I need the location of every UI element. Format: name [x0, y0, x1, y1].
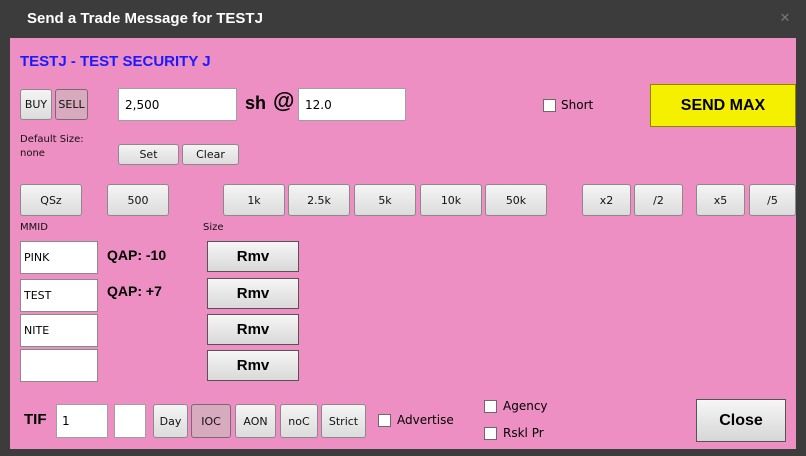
short-checkbox[interactable]: [543, 99, 556, 112]
window-title: Send a Trade Message for TESTJ: [27, 10, 263, 27]
tif-ioc-button[interactable]: IOC: [191, 404, 231, 438]
close-icon[interactable]: ✕: [778, 12, 792, 26]
multiply-5-label: x5: [713, 193, 728, 207]
remove-button-1[interactable]: Rmv: [207, 241, 299, 272]
clear-default-size-button[interactable]: Clear: [182, 144, 239, 165]
day-label: Day: [159, 414, 182, 428]
ioc-label: IOC: [201, 414, 221, 428]
qap-label-1: QAP: -10: [107, 247, 167, 263]
tif-value: 1: [62, 414, 70, 428]
size-500-label: 500: [127, 193, 149, 207]
divide-5-button[interactable]: /5: [749, 184, 796, 216]
multiply-5-button[interactable]: x5: [696, 184, 745, 216]
tif-noc-button[interactable]: noC: [280, 404, 318, 438]
price-input[interactable]: 12.0: [298, 88, 406, 121]
set-label: Set: [139, 148, 158, 161]
default-size-value: none: [20, 148, 45, 159]
size-5k-button[interactable]: 5k: [354, 184, 416, 216]
shares-label: sh: [245, 93, 267, 113]
advertise-label: Advertise: [397, 413, 454, 427]
remove-button-3[interactable]: Rmv: [207, 314, 299, 345]
tif-day-button[interactable]: Day: [153, 404, 188, 438]
close-button-label: Close: [719, 411, 763, 429]
title-bar[interactable]: Send a Trade Message for TESTJ ✕: [0, 0, 806, 38]
window-bottom-border: [0, 449, 806, 456]
tif-label: TIF: [24, 411, 47, 428]
short-label: Short: [561, 98, 594, 112]
mmid-input-2[interactable]: TEST: [20, 279, 98, 312]
qap-label-2: QAP: +7: [107, 283, 162, 299]
noc-label: noC: [288, 414, 310, 428]
share-size-input[interactable]: 2,500: [118, 88, 237, 121]
advertise-checkbox[interactable]: [378, 414, 391, 427]
set-default-size-button[interactable]: Set: [118, 144, 179, 165]
size-500-button[interactable]: 500: [107, 184, 169, 216]
size-2-5k-label: 2.5k: [307, 193, 331, 207]
mmid-value: TEST: [24, 289, 52, 302]
dialog-window: Send a Trade Message for TESTJ ✕ TESTJ -…: [0, 0, 806, 456]
at-symbol: @: [273, 88, 295, 113]
tif-aon-button[interactable]: AON: [235, 404, 276, 438]
divide-2-button[interactable]: /2: [634, 184, 683, 216]
remove-button-2[interactable]: Rmv: [207, 278, 299, 309]
buy-button[interactable]: BUY: [20, 89, 52, 120]
size-1k-label: 1k: [247, 193, 261, 207]
multiply-2-button[interactable]: x2: [582, 184, 631, 216]
mmid-value: NITE: [24, 324, 50, 337]
size-50k-button[interactable]: 50k: [485, 184, 547, 216]
mmid-header: MMID: [20, 222, 48, 233]
size-5k-label: 5k: [378, 193, 392, 207]
sell-label: SELL: [58, 98, 85, 111]
size-50k-label: 50k: [505, 193, 527, 207]
tif-strict-button[interactable]: Strict: [321, 404, 366, 438]
default-size-label: Default Size:: [20, 134, 84, 145]
close-button[interactable]: Close: [696, 399, 786, 442]
tif-extra-input[interactable]: [114, 404, 146, 438]
tif-input[interactable]: 1: [56, 404, 108, 438]
mmid-input-3[interactable]: NITE: [20, 314, 98, 347]
mmid-input-1[interactable]: PINK: [20, 241, 98, 274]
divide-5-label: /5: [767, 193, 778, 207]
aon-label: AON: [243, 414, 268, 428]
rskl-pr-checkbox[interactable]: [484, 427, 497, 440]
size-2-5k-button[interactable]: 2.5k: [288, 184, 350, 216]
qsz-button[interactable]: QSz: [20, 184, 82, 216]
multiply-2-label: x2: [599, 193, 614, 207]
clear-label: Clear: [196, 148, 225, 161]
rmv-label: Rmv: [236, 248, 270, 265]
send-max-button[interactable]: SEND MAX: [650, 84, 796, 127]
rmv-label: Rmv: [236, 321, 270, 338]
size-10k-button[interactable]: 10k: [420, 184, 482, 216]
price-value: 12.0: [305, 97, 332, 112]
strict-label: Strict: [328, 414, 359, 428]
rmv-label: Rmv: [236, 357, 270, 374]
security-heading: TESTJ - TEST SECURITY J: [20, 53, 211, 70]
agency-checkbox[interactable]: [484, 400, 497, 413]
share-size-value: 2,500: [125, 97, 160, 112]
size-10k-label: 10k: [440, 193, 462, 207]
buy-label: BUY: [24, 98, 48, 111]
agency-label: Agency: [503, 399, 548, 413]
rskl-pr-label: Rskl Pr: [503, 426, 544, 440]
trade-panel: TESTJ - TEST SECURITY J BUY SELL 2,500 s…: [10, 38, 796, 449]
remove-button-4[interactable]: Rmv: [207, 350, 299, 381]
rmv-label: Rmv: [236, 285, 270, 302]
size-header: Size: [203, 222, 224, 233]
sell-button[interactable]: SELL: [55, 89, 88, 120]
qsz-label: QSz: [40, 193, 62, 207]
mmid-input-4[interactable]: [20, 349, 98, 382]
send-max-label: SEND MAX: [680, 96, 766, 114]
size-1k-button[interactable]: 1k: [223, 184, 285, 216]
mmid-value: PINK: [24, 251, 50, 264]
divide-2-label: /2: [653, 193, 664, 207]
